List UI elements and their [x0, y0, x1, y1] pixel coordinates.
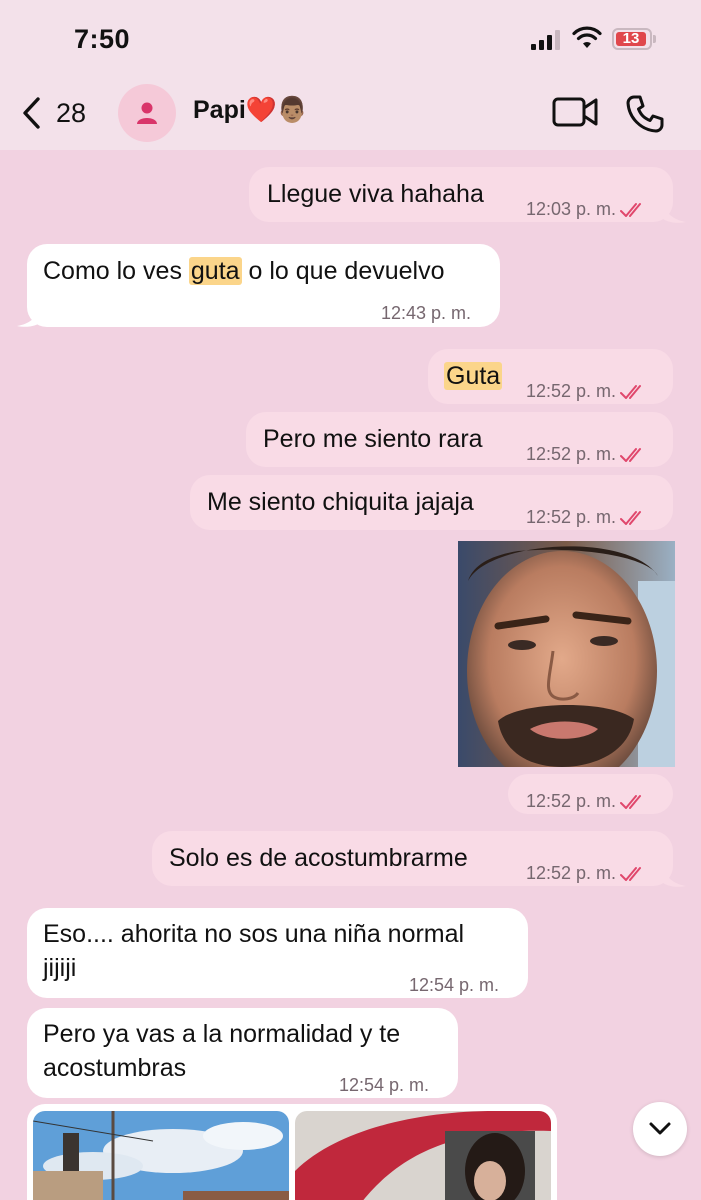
message-text: Me siento chiquita jajaja [207, 488, 474, 516]
street-photo [33, 1111, 289, 1200]
cellular-signal-icon [531, 30, 560, 50]
car-photo [295, 1111, 551, 1200]
read-receipt-icon [620, 385, 642, 400]
photo-thumbnail[interactable] [33, 1111, 289, 1200]
bubble-tail [662, 202, 686, 223]
top-bar: 7:50 13 28 Papi❤️👨🏽 [0, 0, 701, 150]
message-outgoing[interactable]: Llegue viva hahaha 12:03 p. m. [249, 167, 673, 222]
battery-level: 13 [622, 30, 640, 47]
photo-thumbnail[interactable] [295, 1111, 551, 1200]
message-time: 12:54 p. m. [339, 1075, 430, 1095]
message-time: 12:43 p. m. [381, 303, 472, 323]
message-text: Llegue viva hahaha [267, 180, 484, 208]
message-outgoing[interactable]: Solo es de acostumbrarme 12:52 p. m. [152, 831, 673, 886]
message-text: Como lo ves guta o lo que devuelvo [43, 257, 445, 285]
message-time: 12:52 p. m. [526, 381, 617, 401]
message-text: Pero me siento rara [263, 425, 483, 453]
message-outgoing[interactable]: Pero me siento rara 12:52 p. m. [246, 412, 673, 467]
message-text: Guta [444, 359, 503, 393]
unread-count: 28 [56, 98, 87, 128]
read-receipt-icon [620, 867, 642, 882]
photo-attachment[interactable] [458, 541, 675, 767]
message-outgoing[interactable]: Me siento chiquita jajaja 12:52 p. m. [190, 475, 673, 530]
message-text: Eso.... ahorita no sos una niña normal [43, 920, 465, 948]
contact-name[interactable]: Papi❤️👨🏽 [193, 96, 308, 125]
message-text: Pero ya vas a la normalidad y te [43, 1020, 401, 1048]
message-outgoing[interactable]: Guta 12:52 p. m. [428, 349, 673, 404]
message-incoming[interactable]: Como lo ves guta o lo que devuelvo 12:43… [27, 244, 500, 327]
status-time: 7:50 [74, 24, 131, 54]
bubble-tail [662, 866, 686, 887]
bubble-tail [17, 306, 41, 327]
person-icon [137, 102, 157, 124]
battery-indicator: 13 [612, 28, 656, 50]
photo-image [458, 541, 675, 767]
read-receipt-icon [620, 795, 642, 810]
media-album[interactable] [27, 1104, 557, 1200]
message-time: 12:03 p. m. [526, 199, 617, 219]
read-receipt-icon [620, 203, 642, 218]
message-text: acostumbras [43, 1054, 187, 1082]
scroll-to-bottom-button[interactable] [633, 1102, 687, 1156]
message-time: 12:52 p. m. [526, 863, 617, 883]
message-incoming[interactable]: Eso.... ahorita no sos una niña normal j… [27, 908, 528, 998]
message-text: Solo es de acostumbrarme [169, 844, 468, 872]
message-outgoing[interactable]: 12:52 p. m. [508, 774, 673, 814]
message-list[interactable]: Llegue viva hahaha 12:03 p. m. Como lo v… [0, 150, 701, 1200]
phone-call-icon[interactable] [625, 94, 665, 134]
wifi-icon [572, 26, 602, 48]
message-time: 12:52 p. m. [526, 791, 617, 811]
highlighted-word: guta [188, 257, 242, 285]
back-button[interactable]: 28 [18, 92, 98, 134]
message-time: 12:54 p. m. [409, 975, 500, 995]
read-receipt-icon [620, 511, 642, 526]
read-receipt-icon [620, 448, 642, 463]
highlighted-word: Guta [444, 362, 503, 390]
message-time: 12:52 p. m. [526, 444, 617, 464]
contact-avatar[interactable] [118, 84, 176, 142]
chevron-left-icon [23, 97, 40, 129]
message-text: jijiji [43, 954, 77, 982]
message-incoming[interactable]: Pero ya vas a la normalidad y te acostum… [27, 1008, 458, 1098]
video-call-icon[interactable] [552, 94, 598, 130]
chevron-down-icon [649, 1122, 671, 1135]
message-time: 12:52 p. m. [526, 507, 617, 527]
